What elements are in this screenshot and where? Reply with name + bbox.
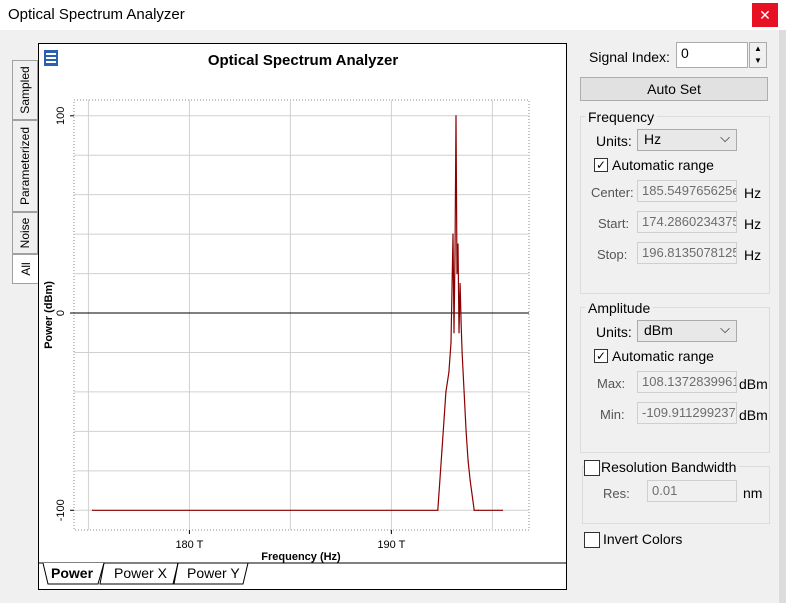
max-label: Max: (597, 376, 626, 391)
invert-colors-label: Invert Colors (603, 531, 683, 547)
tab-sampled-label: Sampled (18, 66, 32, 114)
signal-index-label: Signal Index: (589, 49, 670, 65)
amplitude-units-select[interactable]: dBm ⌵ (637, 320, 737, 342)
amplitude-auto-range-checkbox[interactable]: ✓ (594, 349, 608, 363)
tab-parameterized-label: Parameterized (18, 126, 32, 206)
spin-up-icon[interactable]: ▲ (750, 43, 766, 55)
start-unit: Hz (744, 216, 762, 232)
tab-power-y[interactable]: Power Y (181, 562, 246, 584)
window-title: Optical Spectrum Analyzer (8, 6, 185, 23)
resolution-bandwidth-label: Resolution Bandwidth (601, 459, 740, 475)
frequency-units-select[interactable]: Hz ⌵ (637, 129, 737, 151)
max-field[interactable]: 108.1372839961 (637, 371, 737, 393)
min-unit: dBm (739, 407, 768, 423)
frequency-units-value: Hz (644, 131, 662, 147)
amplitude-group-title: Amplitude (585, 300, 654, 316)
center-unit: Hz (744, 185, 762, 201)
tab-all-label: All (18, 262, 33, 276)
start-field[interactable]: 174.2860234375 (637, 211, 737, 233)
auto-set-button[interactable]: Auto Set (580, 77, 768, 101)
title-bar: Optical Spectrum Analyzer ✕ (0, 0, 786, 30)
start-label: Start: (598, 216, 630, 231)
signal-tabs: Power Power X Power Y (38, 562, 567, 590)
chevron-down-icon: ⌵ (720, 321, 730, 336)
stop-label: Stop: (597, 247, 628, 262)
frequency-group-title: Frequency (585, 109, 658, 125)
amplitude-auto-range-label: Automatic range (612, 348, 714, 364)
frequency-auto-range-label: Automatic range (612, 157, 714, 173)
tab-sampled[interactable]: Sampled (12, 60, 38, 120)
frequency-units-label: Units: (596, 133, 632, 149)
invert-colors-checkbox[interactable] (584, 532, 600, 548)
stop-unit: Hz (744, 247, 762, 263)
resolution-bandwidth-checkbox[interactable] (584, 460, 600, 476)
center-label: Center: (591, 185, 634, 200)
stop-field[interactable]: 196.8135078125 (637, 242, 737, 264)
tab-noise-label: Noise (18, 217, 32, 249)
view-tabs: Sampled Parameterized Noise All (12, 60, 38, 290)
max-unit: dBm (739, 376, 768, 392)
tab-all[interactable]: All (12, 254, 38, 284)
scrollbar[interactable] (779, 30, 786, 603)
tab-power-x[interactable]: Power X (108, 562, 173, 584)
res-unit: nm (743, 485, 763, 501)
close-button[interactable]: ✕ (752, 3, 778, 27)
center-field[interactable]: 185.549765625e (637, 180, 737, 202)
res-label: Res: (603, 486, 630, 501)
frequency-auto-range-checkbox[interactable]: ✓ (594, 158, 608, 172)
min-field[interactable]: -109.9112992379 (637, 402, 737, 424)
spin-down-icon[interactable]: ▼ (750, 55, 766, 67)
signal-index-input[interactable]: 0 (676, 42, 748, 68)
tab-parameterized[interactable]: Parameterized (12, 120, 38, 212)
chart-title: Optical Spectrum Analyzer (207, 52, 399, 69)
res-field[interactable]: 0.01 (647, 480, 737, 502)
chevron-down-icon: ⌵ (720, 130, 730, 145)
signal-index-spinner[interactable]: ▲ ▼ (749, 42, 767, 68)
plot-frame (38, 43, 567, 590)
amplitude-units-label: Units: (596, 324, 632, 340)
tab-noise[interactable]: Noise (12, 212, 38, 254)
tab-power[interactable]: Power (45, 562, 99, 584)
amplitude-units-value: dBm (644, 322, 673, 338)
min-label: Min: (600, 407, 625, 422)
